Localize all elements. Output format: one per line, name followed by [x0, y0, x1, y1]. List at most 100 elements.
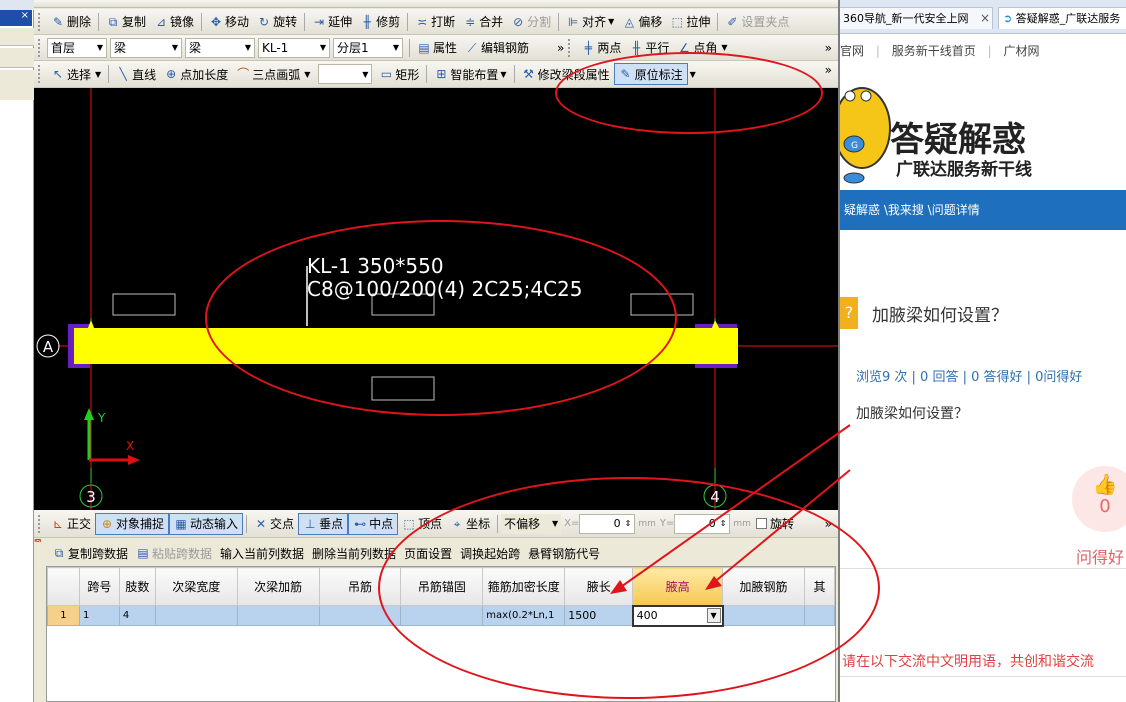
- toolbar-grip[interactable]: [38, 38, 44, 57]
- table-row[interactable]: 1 1 4 max(0.2*Ln,1 1500 400 ▼: [47, 604, 835, 627]
- header-cell[interactable]: 次梁加筋: [236, 567, 320, 606]
- tab-answers[interactable]: ➲ 答疑解惑_广联达服务: [998, 7, 1126, 29]
- haunch-rebar-cell[interactable]: [722, 605, 805, 626]
- dense-length-cell[interactable]: max(0.2*Ln,1: [482, 605, 566, 626]
- offset-button[interactable]: ◬ 偏移: [618, 11, 666, 33]
- extend-button[interactable]: ⇥ 延伸: [308, 11, 356, 33]
- haunch-length-cell[interactable]: 1500: [564, 605, 634, 626]
- floor-select[interactable]: 首层 ▼: [47, 37, 107, 58]
- beam-kl1[interactable]: [74, 328, 738, 364]
- hanger-anchor-cell[interactable]: [400, 605, 484, 626]
- original-mark-button[interactable]: ✎ 原位标注: [613, 63, 688, 85]
- rotate-checkbox[interactable]: [755, 518, 767, 529]
- sublayer-select[interactable]: 分层1 ▼: [333, 37, 403, 58]
- header-cell[interactable]: 吊筋: [318, 567, 402, 606]
- header-cell[interactable]: 腋长: [564, 567, 634, 606]
- swap-start-button[interactable]: 调换起始跨: [456, 542, 524, 564]
- arc-button[interactable]: ⌒ 三点画弧 ▼: [232, 63, 314, 85]
- left-panel-tab[interactable]: [0, 48, 34, 68]
- split-button[interactable]: ⊘ 分割: [507, 11, 555, 33]
- more-icon[interactable]: »: [825, 63, 832, 77]
- mark-box[interactable]: [371, 376, 435, 401]
- stretch-button[interactable]: ⬚ 拉伸: [666, 11, 714, 33]
- cantilever-code-button[interactable]: 悬臂钢筋代号: [524, 542, 604, 564]
- close-icon[interactable]: ×: [0, 10, 32, 26]
- delete-column-button[interactable]: 删除当前列数据: [308, 542, 400, 564]
- point-angle-button[interactable]: ∠ 点角 ▼: [673, 37, 731, 59]
- dynamic-input-toggle[interactable]: ▦ 动态输入: [169, 512, 244, 535]
- point-length-button[interactable]: ⊕ 点加长度: [160, 63, 232, 85]
- breadcrumb-text[interactable]: 疑解惑 \我来搜 \问题详情: [844, 203, 980, 217]
- vertex-toggle[interactable]: ⬚ 顶点: [398, 513, 446, 535]
- offset-mode-select[interactable]: 不偏移 ▼: [501, 513, 562, 534]
- intersection-toggle[interactable]: ✕ 交点: [250, 513, 298, 535]
- toolbar-grip[interactable]: [38, 65, 44, 83]
- mirror-button[interactable]: ⊿ 镜像: [150, 11, 198, 33]
- header-cell[interactable]: 加腋钢筋: [722, 567, 805, 606]
- header-cell[interactable]: 箍筋加密长度: [482, 567, 566, 606]
- object-snap-toggle[interactable]: ⊕ 对象捕捉: [95, 512, 170, 535]
- member-select[interactable]: KL-1 ▼: [258, 37, 330, 58]
- midpoint-toggle[interactable]: ⊷ 中点: [348, 512, 399, 535]
- other-cell[interactable]: [803, 605, 835, 626]
- modify-span-button[interactable]: ⚒ 修改梁段属性: [518, 63, 614, 85]
- header-cell[interactable]: 其: [803, 567, 835, 606]
- y-input[interactable]: 0 ⇕: [674, 513, 731, 534]
- ortho-toggle[interactable]: ⊾ 正交: [47, 513, 95, 535]
- component-type-select[interactable]: 梁 ▼: [185, 37, 255, 58]
- tab-360-nav[interactable]: 360导航_新一代安全上网: [840, 7, 993, 29]
- move-button[interactable]: ✥ 移动: [205, 11, 253, 33]
- row-number[interactable]: 1: [47, 605, 80, 626]
- link-service-home[interactable]: 服务新干线首页: [892, 44, 976, 58]
- blank-select[interactable]: ▼: [318, 64, 373, 84]
- coordinate-toggle[interactable]: ⌖ 坐标: [446, 513, 494, 535]
- chevron-down-icon[interactable]: ▼: [690, 70, 696, 79]
- link-material-net[interactable]: 广材网: [1003, 44, 1039, 58]
- link-official[interactable]: 官网: [840, 44, 864, 58]
- sub-beam-width-cell[interactable]: [154, 605, 238, 626]
- left-panel-tab[interactable]: [0, 28, 34, 46]
- mark-box[interactable]: [112, 293, 176, 316]
- header-cell[interactable]: 次梁宽度: [154, 567, 238, 606]
- line-button[interactable]: ╲ 直线: [112, 63, 160, 85]
- sub-beam-rebar-cell[interactable]: [236, 605, 320, 626]
- rectangle-button[interactable]: ▭ 矩形: [375, 63, 423, 85]
- smart-layout-button[interactable]: ⊞ 智能布置 ▼: [430, 63, 510, 85]
- mark-box[interactable]: [630, 293, 694, 316]
- toolbar-grip[interactable]: [38, 12, 44, 31]
- header-cell-active[interactable]: 腋高: [632, 567, 724, 606]
- rotate-button[interactable]: ↻ 旋转: [253, 11, 301, 33]
- category-select[interactable]: 梁 ▼: [110, 37, 182, 58]
- paste-span-button[interactable]: ▤ 粘贴跨数据: [132, 542, 216, 564]
- header-cell[interactable]: 肢数: [118, 567, 156, 606]
- header-cell[interactable]: 吊筋锚固: [400, 567, 484, 606]
- haunch-height-cell[interactable]: 400 ▼: [631, 604, 724, 627]
- like-button[interactable]: 👍 0: [1072, 466, 1126, 532]
- span-cell[interactable]: 1: [78, 605, 120, 626]
- copy-button[interactable]: ⧉ 复制: [102, 11, 150, 33]
- legs-cell[interactable]: 4: [118, 605, 156, 626]
- perpendicular-toggle[interactable]: ⊥ 垂点: [298, 512, 349, 535]
- left-panel-tab[interactable]: [0, 70, 34, 100]
- more-icon[interactable]: »: [557, 41, 564, 55]
- align-button[interactable]: ⊫ 对齐 ▼: [562, 11, 618, 33]
- delete-button[interactable]: ✎ 删除: [47, 11, 95, 33]
- toolbar-grip[interactable]: [38, 514, 44, 533]
- copy-span-button[interactable]: ⧉ 复制跨数据: [48, 542, 132, 564]
- trim-button[interactable]: ╫ 修剪: [356, 11, 404, 33]
- more-icon[interactable]: »: [825, 517, 832, 531]
- two-point-button[interactable]: ╪ 两点: [577, 37, 625, 59]
- parallel-button[interactable]: ╫ 平行: [625, 37, 673, 59]
- tab-close-icon[interactable]: ×: [980, 11, 990, 25]
- hanger-cell[interactable]: [318, 605, 402, 626]
- header-cell[interactable]: 跨号: [78, 567, 120, 606]
- input-column-button[interactable]: 输入当前列数据: [216, 542, 308, 564]
- more-icon[interactable]: »: [825, 41, 832, 55]
- break-button[interactable]: ≍ 打断: [411, 11, 459, 33]
- set-grip-button[interactable]: ✐ 设置夹点: [721, 11, 793, 33]
- chevron-down-icon[interactable]: ▼: [706, 607, 721, 623]
- drawing-canvas[interactable]: KL-1 350*550 C8@100/200(4) 2C25;4C25 A 3…: [34, 88, 838, 510]
- merge-button[interactable]: ≑ 合并: [459, 11, 507, 33]
- properties-button[interactable]: ▤ 属性: [413, 37, 461, 59]
- select-button[interactable]: ↖ 选择 ▼: [47, 63, 105, 85]
